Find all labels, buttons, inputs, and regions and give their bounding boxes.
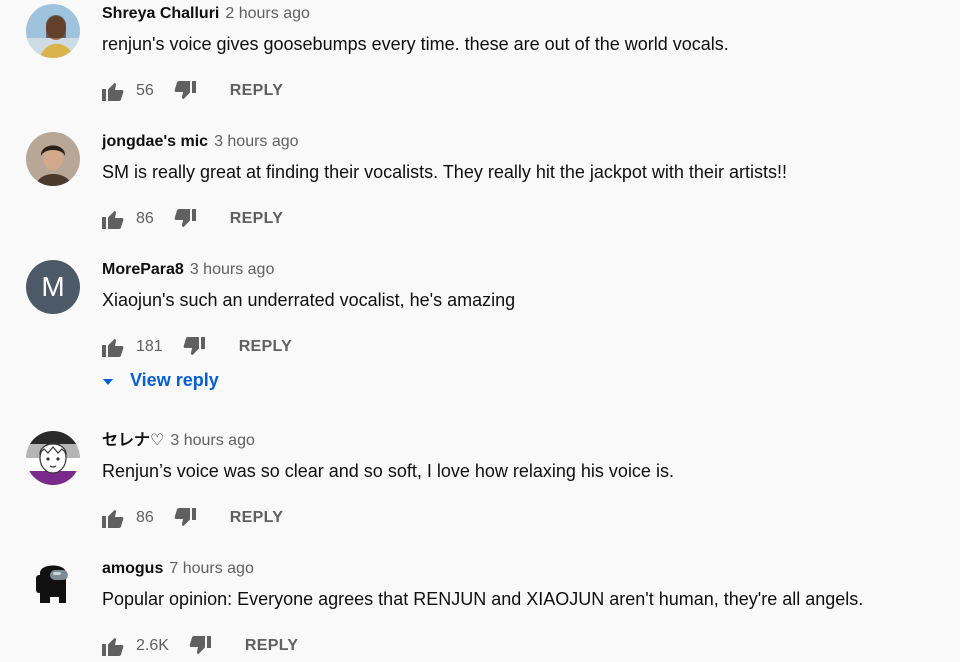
comment-header: MorePara8 3 hours ago: [102, 260, 274, 280]
reply-button[interactable]: REPLY: [230, 210, 283, 228]
author-name[interactable]: amogus: [102, 560, 163, 577]
thumb-up-icon[interactable]: [102, 508, 124, 528]
comment-text: Renjun’s voice was so clear and so soft,…: [102, 461, 674, 481]
author-name[interactable]: Shreya Challuri: [102, 5, 219, 22]
thumb-down-icon[interactable]: [189, 636, 211, 656]
author-name[interactable]: セレナ♡: [102, 432, 164, 449]
comment-actions: 86 REPLY: [102, 506, 283, 530]
avatar[interactable]: [26, 559, 80, 613]
thumb-down-icon[interactable]: [174, 81, 196, 101]
comment-text: renjun's voice gives goosebumps every ti…: [102, 34, 729, 54]
reply-button[interactable]: REPLY: [239, 338, 292, 356]
comment-header: amogus 7 hours ago: [102, 559, 254, 579]
comment-text: SM is really great at finding their voca…: [102, 162, 787, 182]
comment-timestamp[interactable]: 2 hours ago: [225, 5, 310, 22]
thumb-up-icon[interactable]: [102, 337, 124, 357]
view-reply-label: View reply: [130, 370, 219, 390]
thumb-up-icon[interactable]: [102, 636, 124, 656]
comment-actions: 181 REPLY: [102, 335, 292, 359]
comments-section: Shreya Challuri 2 hours ago renjun's voic…: [0, 0, 960, 662]
comment-timestamp[interactable]: 3 hours ago: [190, 261, 275, 278]
thumb-down-icon[interactable]: [174, 209, 196, 229]
comment-timestamp[interactable]: 3 hours ago: [170, 432, 255, 449]
comment-text: Popular opinion: Everyone agrees that RE…: [102, 589, 864, 609]
like-count: 2.6K: [136, 637, 169, 654]
comment-actions: 86 REPLY: [102, 207, 283, 231]
like-count: 86: [136, 210, 154, 227]
comment-timestamp[interactable]: 3 hours ago: [214, 133, 299, 150]
thumb-down-icon[interactable]: [183, 337, 205, 357]
thumb-up-icon[interactable]: [102, 81, 124, 101]
like-count: 86: [136, 509, 154, 526]
author-name[interactable]: MorePara8: [102, 261, 184, 278]
view-reply-button[interactable]: View reply: [102, 370, 219, 391]
reply-button[interactable]: REPLY: [230, 509, 283, 527]
caret-down-icon: [102, 370, 114, 391]
comment-header: セレナ♡ 3 hours ago: [102, 431, 255, 451]
avatar[interactable]: [26, 132, 80, 186]
thumb-down-icon[interactable]: [174, 508, 196, 528]
comment-header: jongdae's mic 3 hours ago: [102, 132, 299, 152]
avatar[interactable]: [26, 4, 80, 58]
comment-header: Shreya Challuri 2 hours ago: [102, 4, 310, 24]
comment-actions: 2.6K REPLY: [102, 634, 298, 658]
avatar[interactable]: [26, 431, 80, 485]
comment-timestamp[interactable]: 7 hours ago: [169, 560, 254, 577]
thumb-up-icon[interactable]: [102, 209, 124, 229]
comment-text: Xiaojun's such an underrated vocalist, h…: [102, 290, 516, 310]
comment-actions: 56 REPLY: [102, 79, 283, 103]
avatar[interactable]: M: [26, 260, 80, 314]
like-count: 56: [136, 82, 154, 99]
author-name[interactable]: jongdae's mic: [102, 133, 208, 150]
like-count: 181: [136, 338, 163, 355]
reply-button[interactable]: REPLY: [245, 637, 298, 655]
reply-button[interactable]: REPLY: [230, 82, 283, 100]
